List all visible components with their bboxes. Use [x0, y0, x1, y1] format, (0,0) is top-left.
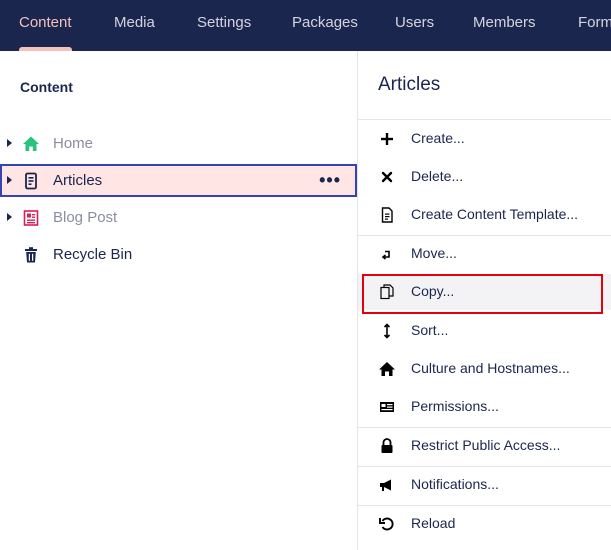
action-permissions[interactable]: Permissions...: [358, 389, 611, 425]
action-label: Culture and Hostnames...: [411, 360, 570, 376]
trash-icon: [22, 246, 40, 264]
sort-icon: [378, 322, 396, 340]
action-label: Sort...: [411, 322, 449, 338]
document-template-icon: [378, 206, 396, 224]
tree-item-blog-post[interactable]: Blog Post: [0, 201, 357, 234]
content-tree-panel: Content Home Articles ••• Blog Post Recy…: [0, 51, 357, 550]
tree-item-home[interactable]: Home: [0, 127, 357, 160]
lock-icon: [378, 437, 396, 455]
action-label: Permissions...: [411, 398, 499, 414]
action-create[interactable]: Create...: [358, 121, 611, 157]
document-list-icon: [22, 172, 40, 190]
tab-media[interactable]: Media: [114, 0, 155, 51]
action-move[interactable]: Move...: [358, 236, 611, 272]
tree-title: Content: [20, 79, 73, 95]
plus-icon: [378, 130, 396, 148]
newspaper-icon: [22, 209, 40, 227]
action-restrict-public-access[interactable]: Restrict Public Access...: [358, 428, 611, 464]
action-reload[interactable]: Reload: [358, 506, 611, 542]
action-culture-and-hostnames[interactable]: Culture and Hostnames...: [358, 351, 611, 387]
tab-settings[interactable]: Settings: [197, 0, 251, 51]
permissions-icon: [378, 398, 396, 416]
tab-members[interactable]: Members: [473, 0, 536, 51]
tab-users[interactable]: Users: [395, 0, 434, 51]
home-icon: [378, 360, 396, 378]
top-navigation: Content Media Settings Packages Users Me…: [0, 0, 611, 51]
action-delete[interactable]: Delete...: [358, 159, 611, 195]
caret-right-icon[interactable]: [7, 213, 12, 221]
megaphone-icon: [378, 476, 396, 494]
tab-packages[interactable]: Packages: [292, 0, 358, 51]
action-sort[interactable]: Sort...: [358, 313, 611, 349]
action-label: Delete...: [411, 168, 464, 184]
caret-right-icon[interactable]: [7, 176, 12, 184]
action-label: Restrict Public Access...: [411, 437, 561, 453]
tab-content[interactable]: Content: [19, 0, 72, 51]
x-icon: [378, 168, 396, 186]
tree-item-label: Articles: [53, 172, 103, 189]
action-label: Reload: [411, 515, 456, 531]
action-label: Create...: [411, 130, 465, 146]
home-icon: [22, 135, 40, 153]
tab-forms[interactable]: Forms: [578, 0, 611, 51]
tree-item-label: Home: [53, 135, 94, 152]
action-label: Copy...: [411, 283, 455, 299]
divider: [358, 119, 611, 120]
copy-icon: [378, 283, 396, 301]
tree-item-label: Recycle Bin: [53, 246, 133, 263]
action-create-content-template[interactable]: Create Content Template...: [358, 197, 611, 233]
tree-item-recycle-bin[interactable]: Recycle Bin: [0, 238, 357, 271]
reload-icon: [378, 515, 396, 533]
action-notifications[interactable]: Notifications...: [358, 467, 611, 503]
tree-item-label: Blog Post: [53, 209, 118, 226]
caret-right-icon[interactable]: [7, 139, 12, 147]
action-label: Notifications...: [411, 476, 499, 492]
tree-item-articles[interactable]: Articles •••: [0, 164, 357, 197]
action-label: Create Content Template...: [411, 206, 579, 222]
actions-panel: Articles Create... Delete... Create Cont…: [357, 51, 611, 550]
action-copy[interactable]: Copy...: [358, 274, 611, 310]
actions-title: Articles: [378, 74, 441, 95]
more-options-icon[interactable]: •••: [319, 170, 341, 191]
move-icon: [378, 245, 396, 263]
action-label: Move...: [411, 245, 457, 261]
